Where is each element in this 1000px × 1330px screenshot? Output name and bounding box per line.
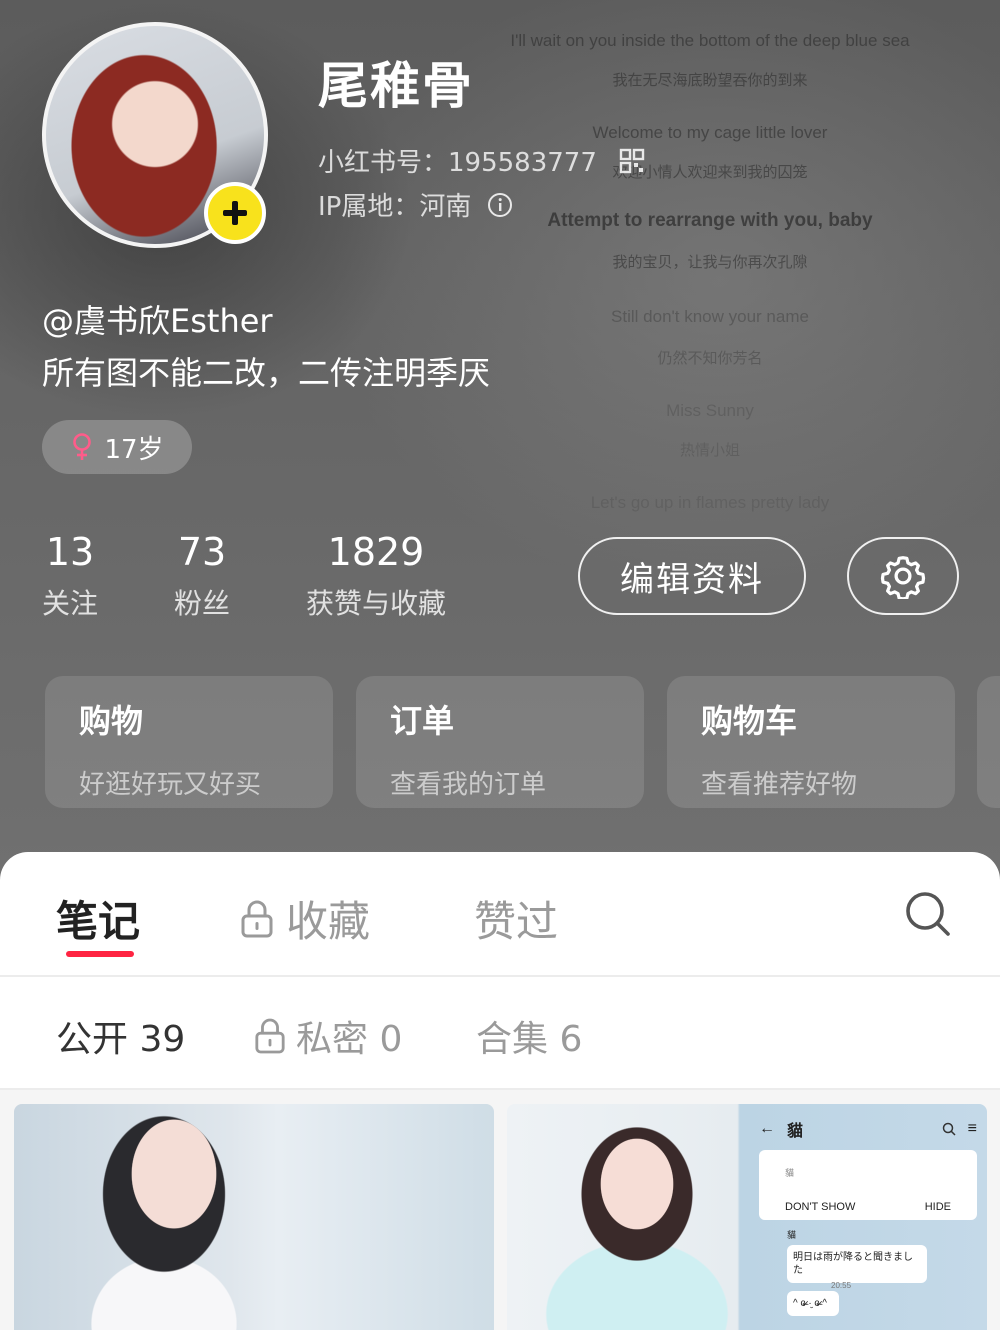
lyric-line: Miss Sunny — [666, 401, 754, 420]
profile-nickname: 尾稚骨 — [318, 57, 474, 115]
hide-label: HIDE — [924, 1201, 951, 1213]
tab-label: 笔记 — [56, 897, 141, 946]
female-icon — [73, 433, 92, 460]
tab-label: 收藏 — [286, 897, 371, 946]
tabs-divider — [0, 975, 1000, 977]
gear-icon — [880, 556, 926, 599]
settings-button[interactable] — [847, 537, 959, 615]
stat-label: 关注 — [42, 587, 99, 620]
search-button[interactable] — [902, 888, 954, 940]
cart-card[interactable]: 购物车 查看推荐好物 — [667, 676, 955, 808]
chat-reply: ^ ɞ̴̶̷ ·̮ ɞ̴̶̷ ^ — [787, 1291, 839, 1316]
orders-card[interactable]: 订单 查看我的订单 — [356, 676, 644, 808]
next-card-peek[interactable] — [977, 676, 1000, 808]
subtab-label: 合集 6 — [476, 1019, 583, 1060]
card-title: 购物 — [79, 702, 144, 740]
chat-time: 20:55 — [831, 1281, 852, 1290]
lyric-line: Attempt to rearrange with you, baby — [547, 210, 873, 231]
chat-message: 明日は雨が降ると聞きました — [787, 1245, 927, 1283]
profile-bio: 所有图不能二改，二传注明季厌 — [42, 354, 491, 392]
subtab-private[interactable]: 私密 0 — [254, 1010, 402, 1062]
background-lyrics: I'll wait on you inside the bottom of th… — [470, 20, 950, 514]
stat-value: 1829 — [327, 530, 425, 574]
lyric-line: 热情小姐 — [679, 442, 740, 459]
stat-label: 粉丝 — [174, 587, 231, 620]
note-thumbnail[interactable] — [14, 1104, 494, 1330]
card-subtitle: 好逛好玩又好买 — [79, 770, 262, 800]
ip-location-text: IP属地：河南 — [318, 192, 472, 222]
search-icon — [942, 1122, 956, 1136]
avatar-container — [42, 22, 268, 248]
search-icon — [906, 892, 950, 936]
tab-label: 赞过 — [474, 897, 559, 946]
card-title: 购物车 — [701, 702, 798, 740]
chat-sender: 貓 — [787, 1230, 797, 1240]
subtab-label: 公开 39 — [56, 1019, 186, 1060]
profile-handle: @虞书欣Esther — [42, 302, 273, 340]
gender-age-badge: 17岁 — [42, 420, 192, 474]
stat-likes-collects[interactable]: 1829 获赞与收藏 — [306, 530, 446, 622]
user-id-text: 小红书号：195583777 — [318, 148, 597, 178]
lock-icon — [241, 900, 273, 937]
chat-title: 貓 — [787, 1123, 804, 1140]
user-id-row: 小红书号：195583777 — [318, 142, 645, 179]
edit-profile-button[interactable]: 编辑资料 — [578, 537, 806, 615]
card-subtitle: 查看我的订单 — [390, 770, 547, 800]
stat-value: 73 — [177, 530, 227, 574]
subtab-label: 私密 0 — [296, 1019, 403, 1060]
chat-notice-card: 貓 DON'T SHOW HIDE — [759, 1150, 977, 1220]
stat-value: 13 — [45, 530, 95, 574]
lock-icon — [255, 1018, 285, 1054]
info-icon[interactable] — [487, 192, 513, 218]
add-story-button[interactable] — [204, 182, 266, 244]
menu-icon: ≡ — [967, 1120, 977, 1137]
stat-following[interactable]: 13 关注 — [42, 530, 98, 622]
chat-header: ← 貓 ≡ — [759, 1112, 977, 1146]
lyric-line: Let's go up in flames pretty lady — [590, 493, 830, 512]
lyric-line: Welcome to my cage little lover — [592, 123, 828, 142]
lyric-line: 仍然不知你芳名 — [657, 350, 763, 367]
active-tab-indicator — [66, 951, 134, 957]
tab-notes[interactable]: 笔记 — [56, 888, 140, 949]
chat-screenshot-preview: ← 貓 ≡ 貓 DON'T SHOW HIDE 貓 明日は雨が降ると聞きました … — [749, 1104, 987, 1330]
lyric-line: 我的宝贝，让我与你再次孔隙 — [612, 254, 808, 271]
lyric-line: 我在无尽海底盼望吞你的到来 — [612, 72, 808, 89]
notice-title: 貓 — [785, 1168, 795, 1178]
subtab-albums[interactable]: 合集 6 — [476, 1010, 582, 1062]
qr-code-icon[interactable] — [619, 148, 645, 174]
lyric-line: Still don't know your name — [611, 307, 809, 326]
stat-label: 获赞与收藏 — [306, 587, 447, 620]
subtab-public[interactable]: 公开 39 — [56, 1010, 185, 1062]
shopping-card[interactable]: 购物 好逛好玩又好买 — [45, 676, 333, 808]
notice-actions: DON'T SHOW HIDE — [767, 1201, 969, 1213]
dont-show-label: DON'T SHOW — [785, 1201, 856, 1213]
card-title: 订单 — [390, 702, 455, 740]
age-text: 17岁 — [104, 434, 164, 465]
plus-icon — [223, 201, 247, 225]
ip-location-row: IP属地：河南 — [318, 186, 513, 223]
back-arrow-icon: ← — [759, 1120, 775, 1137]
card-subtitle: 查看推荐好物 — [701, 770, 858, 800]
lyric-line: I'll wait on you inside the bottom of th… — [510, 31, 910, 50]
tab-collections[interactable]: 收藏 — [240, 888, 370, 949]
tab-liked[interactable]: 赞过 — [474, 888, 558, 949]
stat-followers[interactable]: 73 粉丝 — [174, 530, 230, 622]
